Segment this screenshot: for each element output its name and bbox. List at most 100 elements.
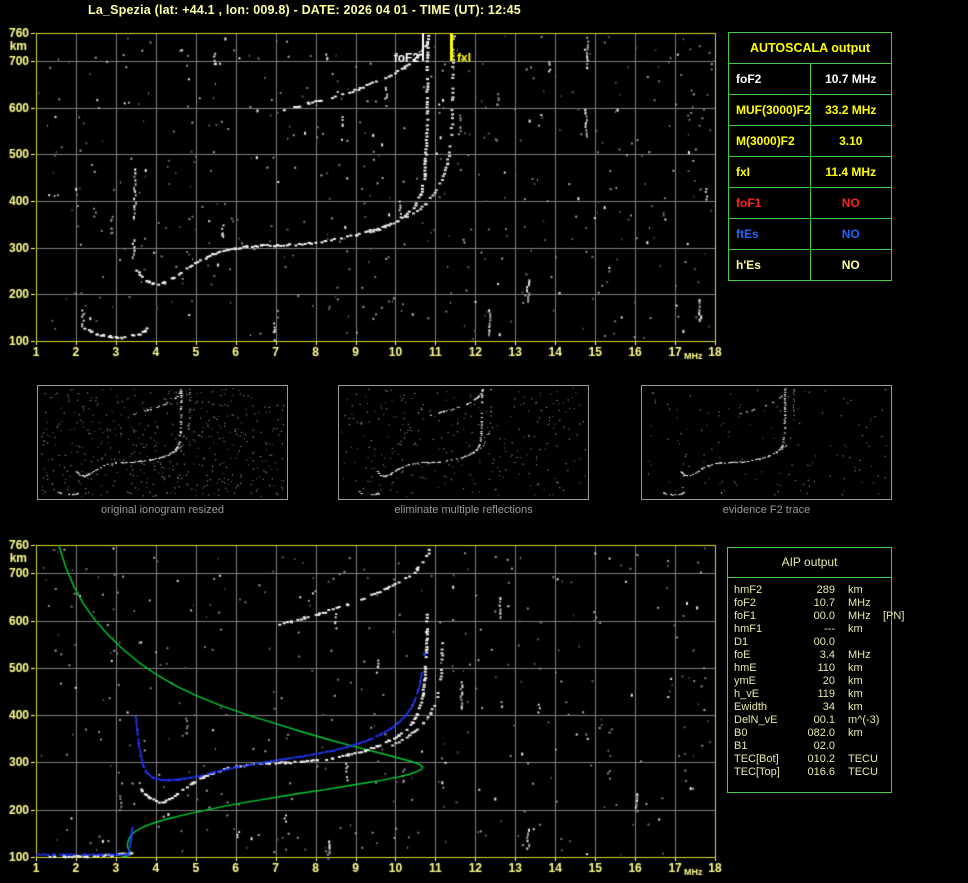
param-label: DelN_vE	[734, 714, 778, 726]
param-value: 11.4 MHz	[809, 156, 892, 188]
table-row: Ewidth 34 km	[734, 701, 891, 714]
param-label: foF2	[734, 597, 757, 609]
aip-table-title: AIP output	[728, 548, 891, 578]
param-value: 110	[817, 662, 835, 674]
param-label: Ewidth	[734, 701, 768, 713]
param-label: M(3000)F2	[728, 125, 811, 157]
param-value: 082.0	[807, 727, 835, 739]
table-row: foF1 00.0 MHz [PN]	[734, 610, 904, 623]
param-unit	[879, 649, 891, 662]
autoscala-table-title: AUTOSCALA output	[728, 32, 892, 64]
param-value: 00.1	[813, 714, 835, 726]
param-label: B1	[734, 740, 748, 752]
param-value: 00.0	[813, 636, 835, 648]
table-row: foF2 10.7 MHz	[728, 63, 892, 95]
param-value: NO	[809, 249, 892, 281]
param-unit	[879, 688, 891, 701]
param-unit: km	[848, 727, 863, 739]
param-value: NO	[809, 218, 892, 250]
autoscala-window: { "title": "La_Spezia (lat: +44.1 , lon:…	[0, 0, 968, 883]
table-row: foE 3.4 MHz	[734, 649, 891, 662]
param-unit: MHz	[848, 597, 871, 609]
table-row: foF2 10.7 MHz	[734, 597, 891, 610]
param-value: 016.6	[807, 766, 835, 778]
table-row: fxI 11.4 MHz	[728, 156, 892, 188]
param-label: ymE	[734, 675, 756, 687]
table-row: M(3000)F2 3.10	[728, 125, 892, 157]
table-row: B0 082.0 km	[734, 727, 891, 740]
param-unit	[879, 597, 891, 610]
param-unit	[879, 714, 891, 727]
panel-original-ionogram	[37, 385, 288, 500]
param-value: NO	[809, 187, 892, 219]
table-row: TEC[Bot] 010.2 TECU	[734, 753, 891, 766]
param-unit: MHz	[848, 610, 871, 622]
param-unit	[879, 753, 891, 766]
param-unit: MHz	[848, 649, 871, 661]
param-unit	[879, 701, 891, 714]
panel-eliminate-reflections	[338, 385, 589, 500]
param-unit	[879, 675, 891, 688]
table-row: ftEs NO	[728, 218, 892, 250]
table-row: hmE 110 km	[734, 662, 891, 675]
param-label: fxI	[728, 156, 811, 188]
param-value: 00.0	[813, 610, 835, 622]
station-title: La_Spezia (lat: +44.1 , lon: 009.8) - DA…	[88, 3, 521, 17]
param-value: 010.2	[807, 753, 835, 765]
param-unit: [PN]	[883, 610, 905, 622]
param-unit: km	[848, 675, 863, 687]
param-unit: km	[848, 662, 863, 674]
table-row: MUF(3000)F2 33.2 MHz	[728, 94, 892, 126]
panel-caption: original ionogram resized	[101, 504, 224, 516]
param-unit: km	[848, 584, 863, 596]
param-label: h'Es	[728, 249, 811, 281]
param-unit: km	[848, 623, 863, 635]
table-row: DelN_vE 00.1 m^(-3)	[734, 714, 891, 727]
table-row: hmF2 289 km	[734, 584, 891, 597]
param-label: hmF1	[734, 623, 763, 635]
param-label: foE	[734, 649, 751, 661]
autoscaled-ionogram-plot	[0, 18, 725, 370]
param-value: 3.10	[809, 125, 892, 157]
param-value: 3.4	[819, 649, 835, 661]
param-value: 20	[822, 675, 835, 687]
param-value: 289	[816, 584, 835, 596]
profile-ionogram-plot	[0, 533, 725, 881]
param-unit	[879, 623, 891, 636]
param-unit	[835, 740, 879, 753]
param-unit	[879, 636, 891, 649]
param-unit: TECU	[848, 766, 878, 778]
param-label: ftEs	[728, 218, 811, 250]
table-row: h_vE 119 km	[734, 688, 891, 701]
param-value: 10.7	[813, 597, 835, 609]
table-row: D1 00.0	[734, 636, 891, 649]
param-unit	[879, 584, 891, 597]
panel-evidence-f2	[641, 385, 892, 500]
param-value: 119	[817, 688, 835, 700]
param-unit	[879, 766, 891, 779]
table-row: h'Es NO	[728, 249, 892, 281]
param-unit: TECU	[848, 753, 878, 765]
param-label: MUF(3000)F2	[728, 94, 811, 126]
param-unit	[879, 740, 891, 753]
param-value: 10.7 MHz	[809, 63, 892, 95]
param-label: foF1	[728, 187, 811, 219]
param-unit	[835, 636, 879, 649]
param-unit: km	[848, 688, 863, 700]
table-row: TEC[Top] 016.6 TECU	[734, 766, 891, 779]
aip-table-body: hmF2 289 km foF2 10.7 MHz foF1 00.0 MHz [PN] hmF1 -…	[728, 578, 904, 779]
param-label: hmF2	[734, 584, 763, 596]
param-unit	[879, 662, 891, 675]
table-row: B1 02.0	[734, 740, 891, 753]
param-value: ---	[824, 623, 835, 635]
param-unit	[879, 727, 891, 740]
panel-caption: eliminate multiple reflections	[394, 504, 533, 516]
param-label: foF2	[728, 63, 811, 95]
table-row: hmF1 --- km	[734, 623, 891, 636]
autoscala-output-table: AUTOSCALA output foF2 10.7 MHz MUF(3000)F…	[728, 32, 892, 281]
param-value: 33.2 MHz	[809, 94, 892, 126]
param-label: TEC[Bot]	[734, 753, 779, 765]
param-label: TEC[Top]	[734, 766, 780, 778]
param-value: 02.0	[813, 740, 835, 752]
param-unit: m^(-3)	[848, 714, 880, 726]
